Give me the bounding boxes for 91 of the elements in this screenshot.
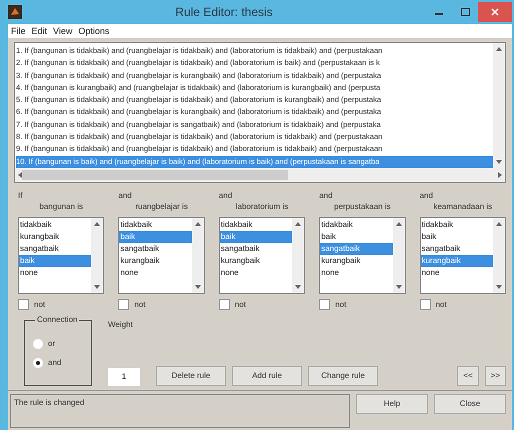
- menu-item[interactable]: Options: [78, 26, 110, 36]
- vertical-scrollbar[interactable]: [91, 218, 104, 293]
- input-label: bangunan is: [38, 202, 84, 211]
- weight-field[interactable]: 1: [108, 368, 140, 386]
- vertical-scrollbar[interactable]: [192, 218, 204, 293]
- membership-option[interactable]: kurangbaik: [220, 254, 292, 267]
- not-label: not: [234, 300, 246, 309]
- membership-option[interactable]: none: [19, 266, 92, 279]
- input-label: perpustakaan is: [333, 202, 392, 211]
- membership-option[interactable]: baik: [420, 230, 493, 243]
- not-label: not: [335, 300, 346, 309]
- membership-list[interactable]: tidakbaik baik sangatbaik kurangbaik none: [319, 216, 406, 294]
- up-arrow-icon[interactable]: [496, 222, 502, 226]
- up-arrow-icon[interactable]: [194, 222, 201, 226]
- vertical-scrollbar[interactable]: [292, 218, 304, 293]
- app-icon: [8, 5, 22, 19]
- not-label: not: [436, 300, 447, 309]
- radio-button[interactable]: [33, 338, 43, 349]
- status-message: The rule is changed: [10, 394, 350, 428]
- connector-label: and: [420, 190, 434, 201]
- rule-list[interactable]: [14, 42, 506, 183]
- footer-button[interactable]: Close: [434, 394, 506, 414]
- connector-label: and: [218, 190, 234, 201]
- not-checkbox[interactable]: [18, 298, 29, 310]
- membership-option[interactable]: sangatbaik: [19, 242, 92, 255]
- radio-label: or: [48, 339, 56, 348]
- membership-option[interactable]: tidakbaik: [19, 218, 92, 231]
- membership-option[interactable]: none: [119, 266, 192, 279]
- membership-option[interactable]: kurangbaik: [19, 230, 92, 243]
- close-icon: [491, 8, 499, 16]
- vertical-scrollbar[interactable]: [493, 218, 505, 293]
- menu-item[interactable]: Edit: [32, 26, 48, 36]
- menu-item[interactable]: File: [11, 26, 26, 36]
- rule-button[interactable]: Delete rule: [156, 366, 226, 386]
- membership-list[interactable]: tidakbaik kurangbaik sangatbaik baik none: [18, 216, 104, 294]
- membership-option[interactable]: kurangbaik: [119, 254, 192, 267]
- connector-label: If: [18, 190, 24, 201]
- membership-option[interactable]: baik: [320, 230, 393, 243]
- rule-button[interactable]: Add rule: [232, 366, 302, 386]
- not-checkbox[interactable]: [319, 298, 330, 310]
- not-checkbox[interactable]: [118, 298, 130, 310]
- up-arrow-icon[interactable]: [496, 47, 502, 51]
- connection-title: Connection: [35, 314, 80, 324]
- not-label: not: [34, 300, 46, 309]
- not-checkbox[interactable]: [218, 298, 230, 310]
- not-label: not: [134, 300, 146, 309]
- down-arrow-icon[interactable]: [295, 284, 302, 289]
- membership-option[interactable]: sangatbaik: [220, 242, 292, 255]
- radio-label: and: [48, 358, 62, 368]
- membership-option[interactable]: none: [320, 266, 393, 279]
- down-arrow-icon[interactable]: [496, 160, 502, 164]
- vertical-scrollbar[interactable]: [493, 43, 505, 168]
- close-button[interactable]: [478, 2, 512, 22]
- membership-option[interactable]: tidakbaik: [119, 218, 192, 231]
- membership-option[interactable]: tidakbaik: [420, 218, 493, 231]
- membership-option[interactable]: sangatbaik: [119, 242, 192, 255]
- right-arrow-icon[interactable]: [498, 172, 502, 178]
- nav-button[interactable]: >>: [484, 366, 506, 386]
- window-title: Rule Editor: thesis: [174, 5, 274, 19]
- weight-label: Weight: [108, 320, 134, 329]
- down-arrow-icon[interactable]: [194, 284, 201, 289]
- not-checkbox[interactable]: [420, 298, 431, 310]
- down-arrow-icon[interactable]: [496, 284, 502, 289]
- connector-label: and: [319, 190, 334, 201]
- connector-label: and: [118, 190, 133, 201]
- membership-option[interactable]: none: [220, 266, 292, 279]
- input-label: keamanadaan is: [432, 202, 494, 211]
- radio-button[interactable]: [33, 358, 43, 368]
- down-arrow-icon[interactable]: [94, 284, 100, 289]
- left-arrow-icon[interactable]: [18, 172, 22, 178]
- membership-option[interactable]: sangatbaik: [420, 242, 493, 255]
- vertical-scrollbar[interactable]: [392, 218, 405, 293]
- membership-option[interactable]: tidakbaik: [320, 218, 393, 231]
- rule-button[interactable]: Change rule: [308, 366, 378, 386]
- membership-option[interactable]: kurangbaik: [320, 254, 393, 267]
- input-label: ruangbelajar is: [134, 202, 189, 211]
- menu-item[interactable]: View: [53, 26, 72, 36]
- footer-button[interactable]: Help: [356, 394, 428, 414]
- nav-button[interactable]: <<: [457, 366, 479, 386]
- down-arrow-icon[interactable]: [396, 284, 402, 289]
- up-arrow-icon[interactable]: [396, 222, 402, 226]
- membership-option[interactable]: none: [420, 266, 493, 279]
- membership-list[interactable]: tidakbaik baik sangatbaik kurangbaik none: [420, 216, 506, 294]
- membership-list[interactable]: tidakbaik baik sangatbaik kurangbaik none: [118, 216, 205, 294]
- membership-list[interactable]: tidakbaik baik sangatbaik kurangbaik none: [218, 216, 306, 294]
- horizontal-scrollbar[interactable]: [15, 168, 505, 182]
- membership-option[interactable]: tidakbaik: [220, 218, 292, 231]
- maximize-icon[interactable]: [460, 8, 470, 16]
- up-arrow-icon[interactable]: [94, 222, 100, 226]
- input-label: laboratorium is: [234, 202, 290, 211]
- up-arrow-icon[interactable]: [295, 222, 302, 226]
